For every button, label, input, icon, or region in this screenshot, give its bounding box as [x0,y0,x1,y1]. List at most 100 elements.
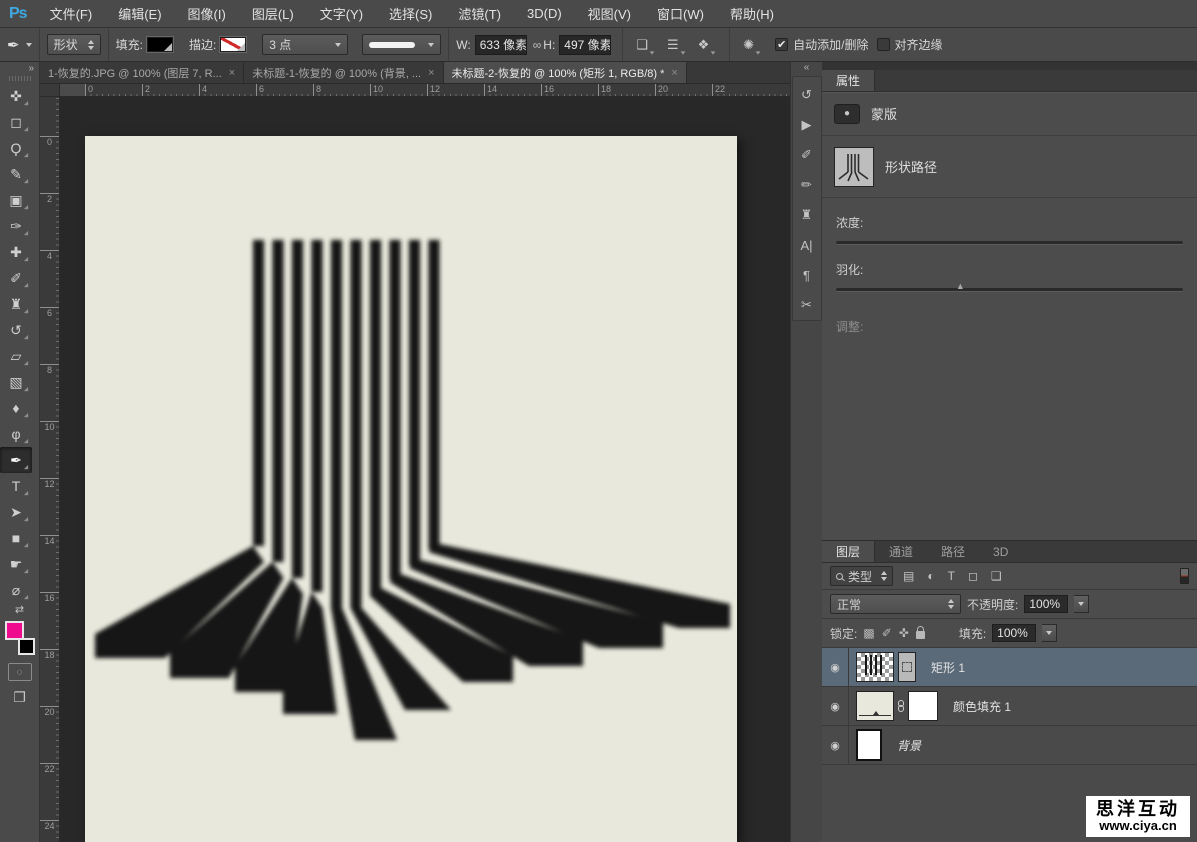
height-input[interactable]: 497 像素 [559,35,611,55]
stroke-width-select[interactable]: 3 点 [262,34,348,55]
layer-mask-thumbnail[interactable] [908,691,938,721]
document-tab[interactable]: 1-恢复的.JPG @ 100% (图层 7, R... × [40,62,244,83]
clone-stamp-tool[interactable]: ♜ [0,291,32,317]
tool-mode-select[interactable]: 形状 [47,34,101,55]
brush-presets-icon[interactable]: ✏ [793,170,821,200]
tab-paths[interactable]: 路径 [927,541,979,562]
background-color-swatch[interactable] [18,638,35,655]
history-icon[interactable]: ↺ [793,80,821,110]
tab-layers[interactable]: 图层 [822,541,875,562]
type-tool[interactable]: T [0,473,32,499]
layer-name[interactable]: 背景 [897,737,921,754]
shape-path-row[interactable]: 形状路径 [822,136,1197,198]
stroke-style-select[interactable] [362,34,441,55]
link-mask-icon[interactable] [898,700,904,712]
tab-channels[interactable]: 通道 [875,541,927,562]
density-slider[interactable] [836,241,1183,245]
tab-3d[interactable]: 3D [979,541,1022,562]
tool-presets-icon[interactable]: ✂ [793,290,821,320]
lock-paint-icon[interactable]: ✐ [882,626,892,640]
expand-panels-button[interactable]: « [791,62,822,76]
menu-item[interactable]: 视图(V) [575,0,644,27]
document-tab[interactable]: 未标题-2-恢复的 @ 100% (矩形 1, RGB/8) * × [444,62,687,83]
quick-mask-button[interactable]: ◌ [8,663,32,681]
screen-mode-button[interactable]: ❐ [13,689,26,706]
layer-name[interactable]: 矩形 1 [931,659,965,676]
close-icon[interactable]: × [229,67,235,79]
fill-dropdown-button[interactable] [1042,624,1057,642]
path-arrangement-button[interactable]: ❖ [692,35,723,55]
menu-item[interactable]: 3D(D) [514,0,575,27]
dodge-tool[interactable]: φ [0,421,32,447]
vector-mask-thumbnail[interactable] [898,652,916,682]
lock-move-icon[interactable]: ✜ [899,626,909,640]
spot-healing-tool[interactable]: ✚ [0,239,32,265]
ruler-corner[interactable] [40,84,60,97]
swap-colors-icon[interactable]: ⇄ [15,603,24,619]
eraser-tool[interactable]: ▱ [0,343,32,369]
path-operations-button[interactable]: ❑ [630,35,661,55]
menu-item[interactable]: 图层(L) [239,0,307,27]
layer-row-rectangle-1[interactable]: ◉ 矩形 1 [822,648,1197,687]
menu-item[interactable]: 文字(Y) [307,0,376,27]
blur-tool[interactable]: ♦ [0,395,32,421]
align-edges-checkbox[interactable] [877,38,890,51]
gear-icon[interactable]: ✺ [737,35,767,55]
layer-row-background[interactable]: ◉ 背景 [822,726,1197,765]
path-alignment-button[interactable]: ☰ [661,35,692,55]
gradient-tool[interactable]: ▧ [0,369,32,395]
layer-thumbnail[interactable] [856,729,882,761]
filter-shape-layers-icon[interactable]: ◻ [965,569,981,583]
layer-row-color-fill-1[interactable]: ◉ 颜色填充 1 [822,687,1197,726]
lock-all-icon[interactable] [916,631,925,639]
visibility-eye-icon[interactable]: ◉ [822,687,849,725]
move-tool[interactable]: ✜ [0,83,32,109]
visibility-eye-icon[interactable]: ◉ [822,726,849,764]
link-dimensions-icon[interactable]: ∞ [533,38,542,52]
filter-pixel-layers-icon[interactable]: ▤ [900,569,917,583]
auto-add-delete-checkbox[interactable]: ✔ [775,38,788,51]
filter-smart-objects-icon[interactable]: ❏ [988,569,1005,583]
path-selection-tool[interactable]: ➤ [0,499,32,525]
crop-tool[interactable]: ▣ [0,187,32,213]
menu-item[interactable]: 编辑(E) [105,0,174,27]
slider-thumb[interactable]: ▲ [956,281,965,291]
clone-source-icon[interactable]: ♜ [793,200,821,230]
opacity-input[interactable]: 100% [1024,595,1068,613]
feather-slider[interactable]: ▲ [836,288,1183,292]
paragraph-icon[interactable]: ¶ [793,260,821,290]
width-input[interactable]: 633 像素 [475,35,527,55]
lasso-tool[interactable]: Ϙ [0,135,32,161]
blend-mode-select[interactable]: 正常 [830,594,961,614]
marquee-tool[interactable]: ◻ [0,109,32,135]
actions-icon[interactable]: ▶ [793,110,821,140]
collapse-toolbar-button[interactable]: » [0,62,39,75]
close-icon[interactable]: × [671,67,677,79]
menu-item[interactable]: 图像(I) [175,0,239,27]
menu-item[interactable]: 帮助(H) [717,0,787,27]
menu-item[interactable]: 选择(S) [376,0,445,27]
toolbar-grip[interactable] [9,76,31,81]
quick-selection-tool[interactable]: ✎ [0,161,32,187]
layer-name[interactable]: 颜色填充 1 [953,698,1011,715]
document-tab[interactable]: 未标题-1-恢复的 @ 100% (背景, ... × [244,62,443,83]
filter-kind-select[interactable]: 类型 [830,566,893,586]
character-icon[interactable]: A| [793,230,821,260]
filter-adjustment-layers-icon[interactable]: ◐ [924,569,937,583]
layer-thumbnail[interactable] [856,691,894,721]
opacity-dropdown-button[interactable] [1074,595,1089,613]
filter-type-layers-icon[interactable]: T [945,569,958,583]
stroke-swatch[interactable] [220,37,246,52]
visibility-eye-icon[interactable]: ◉ [822,648,849,686]
brush-tool[interactable]: ✐ [0,265,32,291]
fill-swatch[interactable] [147,37,173,52]
zoom-tool[interactable]: ⌀ [0,577,32,603]
menu-item[interactable]: 文件(F) [37,0,106,27]
menu-item[interactable]: 滤镜(T) [445,0,514,27]
menu-item[interactable]: 窗口(W) [644,0,717,27]
brush-panel-icon[interactable]: ✐ [793,140,821,170]
fill-input[interactable]: 100% [992,624,1036,642]
horizontal-ruler[interactable]: 0246810121416182022 [60,84,790,97]
tool-preset-group[interactable]: ✒ [0,28,40,61]
mask-row[interactable]: ● 蒙版 [822,92,1197,136]
